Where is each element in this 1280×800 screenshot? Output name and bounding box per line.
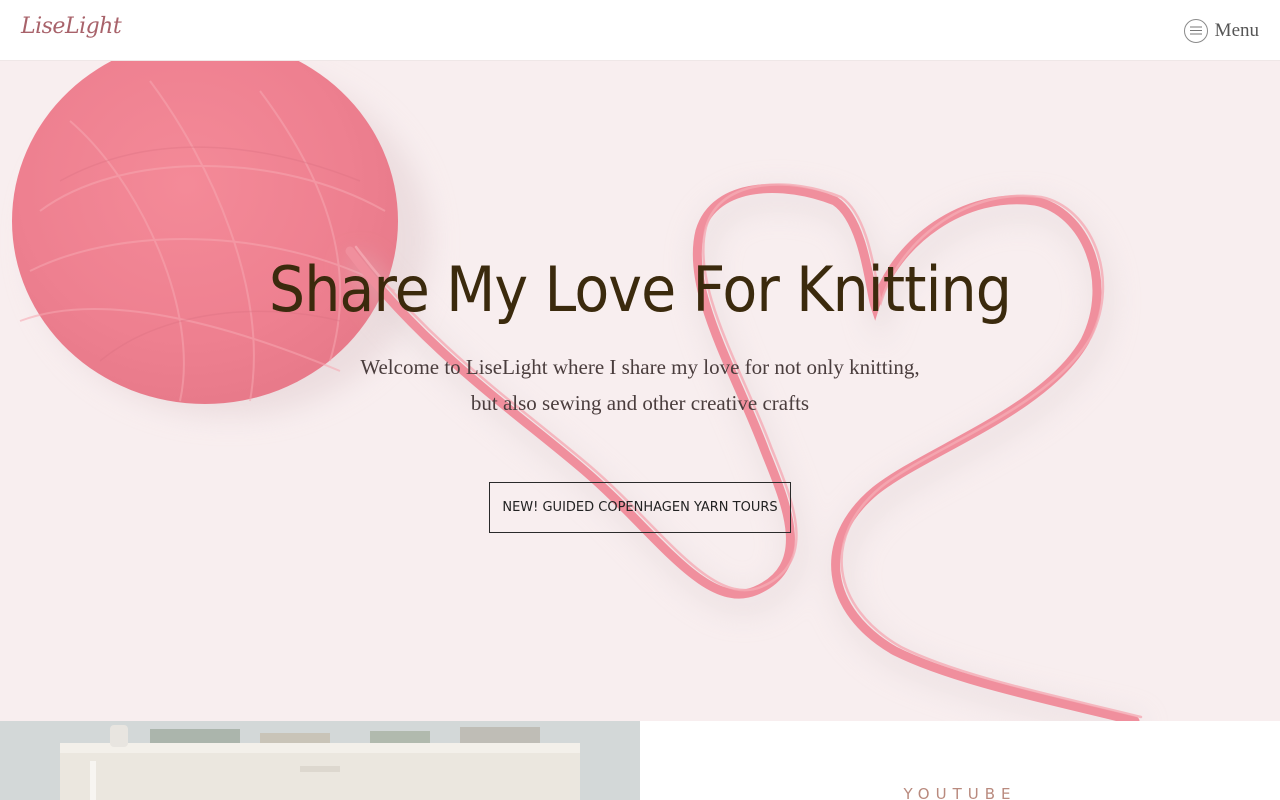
- site-header: LiseLight Menu: [0, 0, 1280, 61]
- youtube-panel: YOUTUBE: [640, 721, 1280, 800]
- site-logo[interactable]: LiseLight: [21, 14, 122, 39]
- youtube-section-label: YOUTUBE: [903, 785, 1017, 800]
- hero-section: Share My Love For Knitting Welcome to Li…: [0, 61, 1280, 721]
- menu-label: Menu: [1214, 19, 1259, 41]
- yarn-tours-button[interactable]: NEW! GUIDED COPENHAGEN YARN TOURS: [489, 482, 791, 533]
- shelf-image: [0, 721, 640, 800]
- craft-room-photo: [0, 721, 640, 800]
- hamburger-icon: [1183, 18, 1208, 43]
- menu-button[interactable]: Menu: [1183, 17, 1259, 44]
- hero-title: Share My Love For Knitting: [268, 253, 1012, 326]
- hero-subtitle: Welcome to LiseLight where I share my lo…: [360, 355, 920, 415]
